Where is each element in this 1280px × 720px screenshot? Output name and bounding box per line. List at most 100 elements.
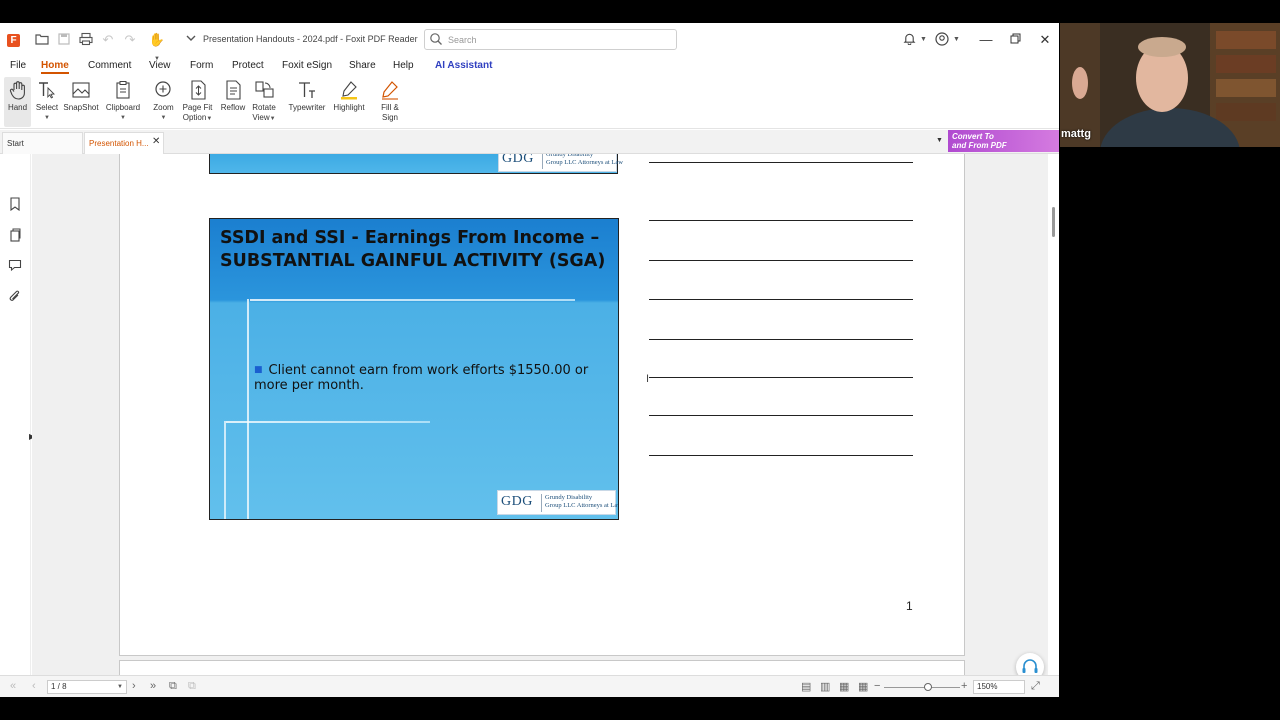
next-page-icon[interactable]: › xyxy=(132,680,136,692)
webcam-video xyxy=(1060,23,1280,147)
convert-label-2: and From PDF xyxy=(952,141,1007,150)
menu-foxit-esign[interactable]: Foxit eSign xyxy=(282,60,332,71)
snapshot-icon xyxy=(72,82,90,98)
webcam-scene xyxy=(1060,23,1280,147)
customize-chevron-icon[interactable] xyxy=(183,32,199,48)
pages-icon[interactable] xyxy=(8,228,22,242)
notification-dropdown-icon[interactable]: ▼ xyxy=(920,32,927,48)
close-window-icon[interactable]: ✕ xyxy=(1035,30,1055,50)
menu-protect[interactable]: Protect xyxy=(232,60,264,71)
single-page-view-icon[interactable]: ▤ xyxy=(801,680,811,693)
page-fit-label-1: Page Fit xyxy=(182,103,213,112)
rotate-view-button[interactable]: Rotate View▼ xyxy=(250,77,278,127)
continuous-view-icon[interactable]: ▥ xyxy=(820,680,830,693)
document-viewport[interactable]: GDG Grundy Disability Group LLC Attorneys… xyxy=(32,154,1048,675)
zoom-button[interactable]: Zoom ▼ xyxy=(151,77,176,127)
page-fit-dropdown-icon[interactable]: ▼ xyxy=(206,116,212,122)
pdf-page-1: GDG Grundy Disability Group LLC Attorneys… xyxy=(119,154,965,656)
select-tool-button[interactable]: Select ▼ xyxy=(34,77,60,127)
foxit-logo-icon: F xyxy=(7,34,20,47)
account-icon[interactable] xyxy=(935,32,949,50)
zoom-slider-handle[interactable] xyxy=(924,683,932,691)
select-dropdown-icon[interactable]: ▼ xyxy=(34,113,60,123)
scrollbar-thumb[interactable] xyxy=(1052,207,1055,237)
page-number: 1 xyxy=(906,599,913,613)
previous-view-icon[interactable]: ⧉ xyxy=(169,680,177,693)
highlight-button[interactable]: Highlight xyxy=(330,77,368,127)
minimize-icon[interactable]: — xyxy=(976,30,996,50)
select-text-icon xyxy=(39,82,55,99)
bookmark-icon[interactable] xyxy=(8,197,22,211)
open-folder-icon[interactable] xyxy=(34,32,50,48)
notification-bell-icon[interactable] xyxy=(903,32,916,49)
tab-list-dropdown-icon[interactable]: ▼ xyxy=(936,137,943,144)
notes-line xyxy=(649,339,913,340)
gdg-logo-name-1: Grundy Disability xyxy=(545,494,593,501)
gdg-logo-divider xyxy=(541,494,542,512)
clipboard-button[interactable]: Clipboard ▼ xyxy=(104,77,142,127)
zoom-slider[interactable] xyxy=(884,687,960,688)
page-fit-icon xyxy=(190,80,206,100)
clipboard-dropdown-icon[interactable]: ▼ xyxy=(104,113,142,123)
previous-page-icon[interactable]: ‹ xyxy=(32,680,36,692)
typewriter-button[interactable]: Typewriter xyxy=(287,77,327,127)
search-input[interactable]: Search xyxy=(424,29,677,50)
reflow-button[interactable]: Reflow xyxy=(219,77,247,127)
zoom-out-icon[interactable]: − xyxy=(874,680,880,692)
undo-icon[interactable]: ↶ xyxy=(100,32,116,48)
next-view-icon[interactable]: ⧉ xyxy=(188,680,196,693)
pdf-page-2 xyxy=(119,660,965,675)
page-number-input[interactable]: 1 / 8 ▼ xyxy=(47,680,127,694)
facing-view-icon[interactable]: ▦ xyxy=(839,680,849,693)
page-dropdown-icon[interactable]: ▼ xyxy=(117,681,123,693)
menu-file[interactable]: File xyxy=(10,60,26,71)
hand-dropdown-icon[interactable]: ✋▼ xyxy=(146,32,168,62)
rotate-view-icon xyxy=(255,81,274,98)
status-bar: « ‹ 1 / 8 ▼ › » ⧉ ⧉ ▤ ▥ ▦ ▦ − + 150% ⤢ xyxy=(0,675,1059,697)
attachment-icon[interactable] xyxy=(8,290,22,304)
highlight-icon xyxy=(341,81,357,100)
account-dropdown-icon[interactable]: ▼ xyxy=(953,32,960,48)
snapshot-button[interactable]: SnapShot xyxy=(63,77,99,127)
tab-document-label: Presentation H... xyxy=(89,139,149,148)
convert-pdf-banner[interactable]: Convert To and From PDF xyxy=(948,130,1059,152)
fill-sign-icon xyxy=(382,81,398,100)
restore-icon[interactable] xyxy=(1005,30,1025,50)
continuous-facing-view-icon[interactable]: ▦ xyxy=(858,680,868,693)
slide-decor-line xyxy=(247,299,249,519)
zoom-dropdown-icon[interactable]: ▼ xyxy=(151,113,176,123)
slide-bullet: ■ Client cannot earn from work efforts $1… xyxy=(254,363,609,393)
redo-icon[interactable]: ↷ xyxy=(122,32,138,48)
close-tab-icon[interactable]: ✕ xyxy=(152,136,160,147)
participant-name: mattg xyxy=(1061,128,1091,140)
vertical-scrollbar[interactable] xyxy=(1048,154,1059,675)
rotate-label-2-wrap: View▼ xyxy=(250,113,278,124)
menu-view[interactable]: View xyxy=(149,60,171,71)
print-icon[interactable] xyxy=(78,32,94,48)
menu-comment[interactable]: Comment xyxy=(88,60,131,71)
page-fit-label-2-wrap: Option▼ xyxy=(181,113,214,124)
menu-home[interactable]: Home xyxy=(41,60,69,74)
title-bar: F ↶ ↷ ✋▼ Presentation Handouts - 2024.pd… xyxy=(0,23,1059,62)
notes-line xyxy=(649,299,913,300)
hand-tool-button[interactable]: Hand xyxy=(4,77,31,127)
ribbon-toolbar: Hand Select ▼ SnapShot Clipboard ▼ Zoom … xyxy=(0,77,1059,129)
clipboard-icon xyxy=(116,81,130,99)
last-page-icon[interactable]: » xyxy=(150,680,156,692)
zoom-level-select[interactable]: 150% xyxy=(973,680,1025,694)
page-fit-option-button[interactable]: Page Fit Option▼ xyxy=(181,77,214,127)
first-page-icon[interactable]: « xyxy=(10,680,16,692)
tab-start[interactable]: Start xyxy=(2,132,83,154)
menu-share[interactable]: Share xyxy=(349,60,376,71)
menu-ai-assistant[interactable]: AI Assistant xyxy=(435,60,492,71)
menu-help[interactable]: Help xyxy=(393,60,414,71)
menu-form[interactable]: Form xyxy=(190,60,213,71)
rotate-dropdown-icon[interactable]: ▼ xyxy=(270,116,276,122)
gdg-logo: GDG Grundy Disability Group LLC Attorneys… xyxy=(497,490,618,515)
save-icon[interactable] xyxy=(56,32,72,48)
fill-sign-button[interactable]: Fill & Sign xyxy=(377,77,403,127)
zoom-in-icon[interactable]: + xyxy=(961,680,967,692)
left-navigation-panel: ▶ xyxy=(0,154,35,675)
fullscreen-icon[interactable]: ⤢ xyxy=(1031,680,1040,693)
comments-icon[interactable] xyxy=(8,258,22,272)
